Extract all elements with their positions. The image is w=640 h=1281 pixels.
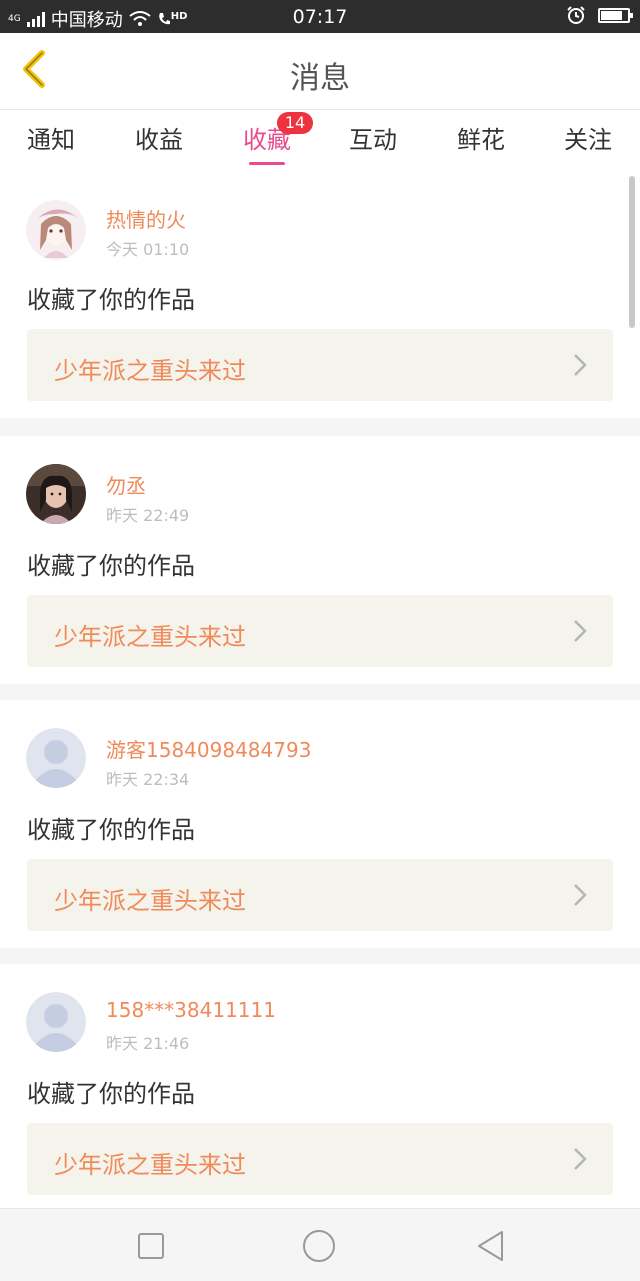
tab-label: 关注 [564, 126, 612, 154]
tab-label: 鲜花 [457, 126, 505, 154]
work-title: 少年派之重头来过 [54, 1151, 246, 1179]
list-item: 勿丞 昨天 22:49 收藏了你的作品 少年派之重头来过 [0, 436, 640, 684]
tab-interaction[interactable]: 互动 [323, 120, 423, 155]
status-bar: 4G 中国移动 HD 07:17 [0, 0, 640, 33]
tab-flowers[interactable]: 鲜花 [431, 120, 531, 155]
alarm-icon [567, 6, 585, 24]
work-link[interactable]: 少年派之重头来过 [27, 1123, 613, 1195]
work-link[interactable]: 少年派之重头来过 [27, 859, 613, 931]
tab-label: 收益 [135, 126, 183, 154]
chevron-right-icon [574, 884, 587, 906]
tab-notice[interactable]: 通知 [1, 120, 101, 155]
status-time: 07:17 [292, 6, 348, 28]
unread-badge: 14 [277, 112, 313, 134]
timestamp: 昨天 22:34 [106, 770, 190, 789]
work-title: 少年派之重头来过 [54, 623, 246, 651]
default-avatar[interactable] [26, 728, 86, 788]
timestamp: 昨天 21:46 [106, 1034, 190, 1053]
tab-label: 互动 [349, 126, 397, 154]
work-title: 少年派之重头来过 [54, 357, 246, 385]
action-text: 收藏了你的作品 [27, 816, 195, 844]
tab-earnings[interactable]: 收益 [109, 120, 209, 155]
tab-follow[interactable]: 关注 [538, 120, 638, 155]
action-text: 收藏了你的作品 [27, 286, 195, 314]
timestamp: 昨天 22:49 [106, 506, 190, 525]
work-link[interactable]: 少年派之重头来过 [27, 595, 613, 667]
action-text: 收藏了你的作品 [27, 552, 195, 580]
list-item: 游客1584098484793 昨天 22:34 收藏了你的作品 少年派之重头来… [0, 700, 640, 948]
work-link[interactable]: 少年派之重头来过 [27, 329, 613, 401]
avatar[interactable] [26, 200, 86, 260]
tab-label: 通知 [27, 126, 75, 154]
action-text: 收藏了你的作品 [27, 1080, 195, 1108]
chevron-right-icon [574, 354, 587, 376]
home-circle-icon[interactable] [302, 1229, 336, 1263]
list-item: 热情的火 今天 01:10 收藏了你的作品 少年派之重头来过 [0, 170, 640, 418]
default-avatar[interactable] [26, 992, 86, 1052]
scrollbar[interactable] [629, 176, 635, 328]
chevron-right-icon [574, 1148, 587, 1170]
username[interactable]: 热情的火 [106, 204, 186, 233]
battery-icon [598, 7, 633, 23]
avatar[interactable] [26, 464, 86, 524]
status-right [566, 5, 633, 25]
tab-favorites[interactable]: 收藏 14 [217, 112, 317, 165]
system-nav-bar [0, 1208, 640, 1281]
work-title: 少年派之重头来过 [54, 887, 246, 915]
tab-bar: 通知 收益 收藏 14 互动 鲜花 关注 [0, 110, 640, 170]
active-tab-underline [249, 162, 285, 165]
chevron-right-icon [574, 620, 587, 642]
list-item: 158***38411111 昨天 21:46 收藏了你的作品 少年派之重头来过 [0, 964, 640, 1212]
username[interactable]: 158***38411111 [106, 998, 276, 1022]
username[interactable]: 勿丞 [106, 470, 146, 499]
back-triangle-icon[interactable] [474, 1229, 508, 1263]
username[interactable]: 游客1584098484793 [106, 734, 311, 763]
header-bar: 消息 [0, 33, 640, 110]
page-title: 消息 [290, 61, 350, 96]
recents-square-icon[interactable] [134, 1229, 168, 1263]
timestamp: 今天 01:10 [106, 240, 190, 259]
